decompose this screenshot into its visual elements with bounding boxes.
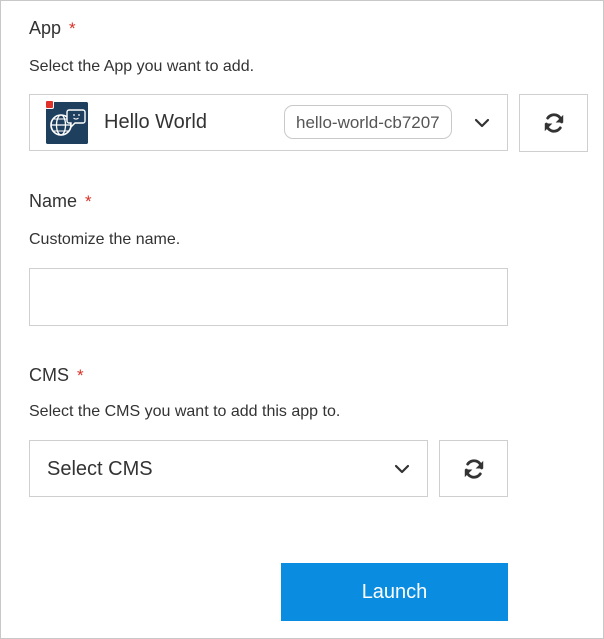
- app-help-text: Select the App you want to add.: [29, 58, 255, 75]
- cms-label-text: CMS: [29, 365, 69, 385]
- launch-button[interactable]: Launch: [281, 563, 508, 621]
- refresh-icon: [544, 113, 563, 133]
- cms-select[interactable]: Select CMS: [29, 440, 428, 497]
- app-field-label: App *: [29, 18, 76, 39]
- cms-select-value: Select CMS: [47, 458, 153, 480]
- cms-refresh-button[interactable]: [439, 440, 508, 497]
- chevron-down-icon[interactable]: [392, 459, 412, 479]
- cms-required-mark: *: [77, 366, 84, 385]
- refresh-icon: [464, 458, 483, 479]
- app-label-text: App: [29, 18, 62, 38]
- launch-button-label: Launch: [361, 580, 428, 603]
- notification-badge-icon: [45, 100, 54, 109]
- cms-field-label: CMS *: [29, 365, 84, 386]
- cms-help-text: Select the CMS you want to add this app …: [29, 403, 341, 420]
- selected-app-name: Hello World: [104, 111, 207, 133]
- app-select[interactable]: Hello World hello-world-cb7207: [29, 94, 508, 151]
- app-refresh-button[interactable]: [519, 94, 588, 152]
- name-label-text: Name: [29, 191, 78, 211]
- selected-app-slug-badge: hello-world-cb7207: [284, 105, 452, 139]
- name-help-text: Customize the name.: [29, 231, 181, 248]
- name-field-label: Name *: [29, 191, 92, 212]
- name-required-mark: *: [85, 192, 92, 211]
- add-app-form: App * Select the App you want to add. Hel…: [0, 0, 604, 639]
- name-input[interactable]: [29, 268, 508, 326]
- app-required-mark: *: [69, 19, 76, 38]
- chevron-down-icon[interactable]: [472, 113, 492, 133]
